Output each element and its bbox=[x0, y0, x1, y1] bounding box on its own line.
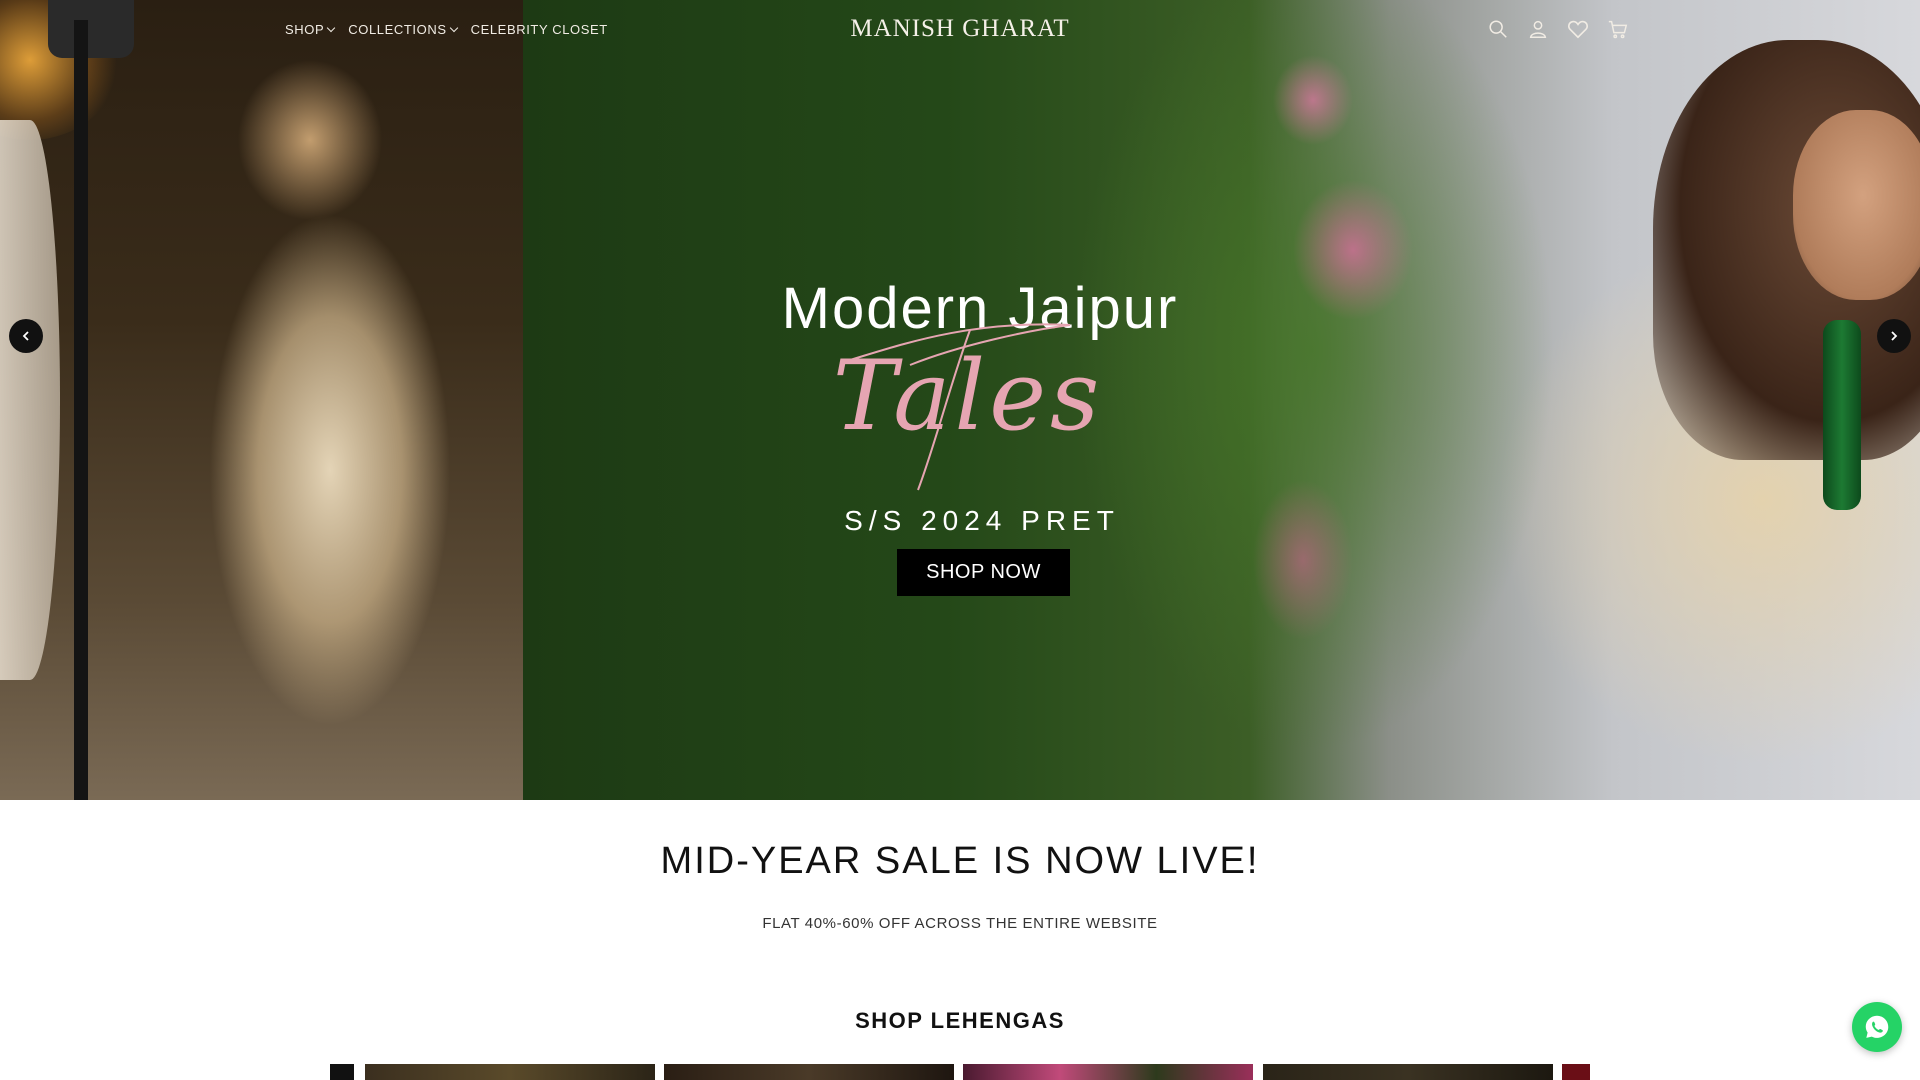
wishlist-icon[interactable] bbox=[1567, 18, 1589, 40]
nav-celebrity-closet-label: CELEBRITY CLOSET bbox=[470, 22, 608, 37]
whatsapp-button[interactable] bbox=[1852, 1002, 1902, 1052]
product-thumb[interactable] bbox=[365, 1064, 655, 1080]
shop-lehengas-title: SHOP LEHENGAS bbox=[855, 1008, 1065, 1033]
hero-banner[interactable]: SHOP COLLECTIONS CELEBRITY CLOSET MANISH… bbox=[0, 0, 1920, 800]
nav-collections[interactable]: COLLECTIONS bbox=[348, 22, 458, 37]
product-thumb[interactable] bbox=[664, 1064, 954, 1080]
chevron-down-icon bbox=[449, 23, 458, 33]
brand-logo[interactable]: MANISH GHARAT bbox=[850, 15, 1069, 42]
product-thumb[interactable] bbox=[1562, 1064, 1590, 1080]
product-thumb[interactable] bbox=[330, 1064, 354, 1080]
product-thumb[interactable] bbox=[1263, 1064, 1553, 1080]
hero-script-text: Tales bbox=[832, 340, 1104, 452]
cart-icon[interactable] bbox=[1607, 18, 1629, 40]
studio-light bbox=[48, 0, 134, 58]
shop-now-button[interactable]: SHOP NOW bbox=[897, 549, 1070, 596]
nav-celebrity-closet[interactable]: CELEBRITY CLOSET bbox=[471, 22, 608, 37]
model-face bbox=[1793, 110, 1920, 300]
nav-shop[interactable]: SHOP bbox=[285, 22, 336, 37]
lehenga-carousel bbox=[330, 1064, 1590, 1080]
search-icon[interactable] bbox=[1487, 18, 1509, 40]
chevron-down-icon bbox=[327, 23, 336, 33]
main-nav: SHOP COLLECTIONS CELEBRITY CLOSET bbox=[285, 22, 622, 37]
account-icon[interactable] bbox=[1527, 18, 1549, 40]
hero-subtitle: S/S 2024 PRET bbox=[844, 505, 1120, 536]
sale-title: MID-YEAR SALE IS NOW LIVE! bbox=[660, 840, 1260, 882]
header-icons bbox=[1487, 18, 1629, 40]
nav-collections-label: COLLECTIONS bbox=[348, 22, 447, 37]
sale-subtitle: FLAT 40%-60% OFF ACROSS THE ENTIRE WEBSI… bbox=[762, 915, 1158, 932]
nav-shop-label: SHOP bbox=[285, 22, 325, 37]
whatsapp-icon bbox=[1865, 1015, 1889, 1038]
product-thumb[interactable] bbox=[963, 1064, 1253, 1080]
